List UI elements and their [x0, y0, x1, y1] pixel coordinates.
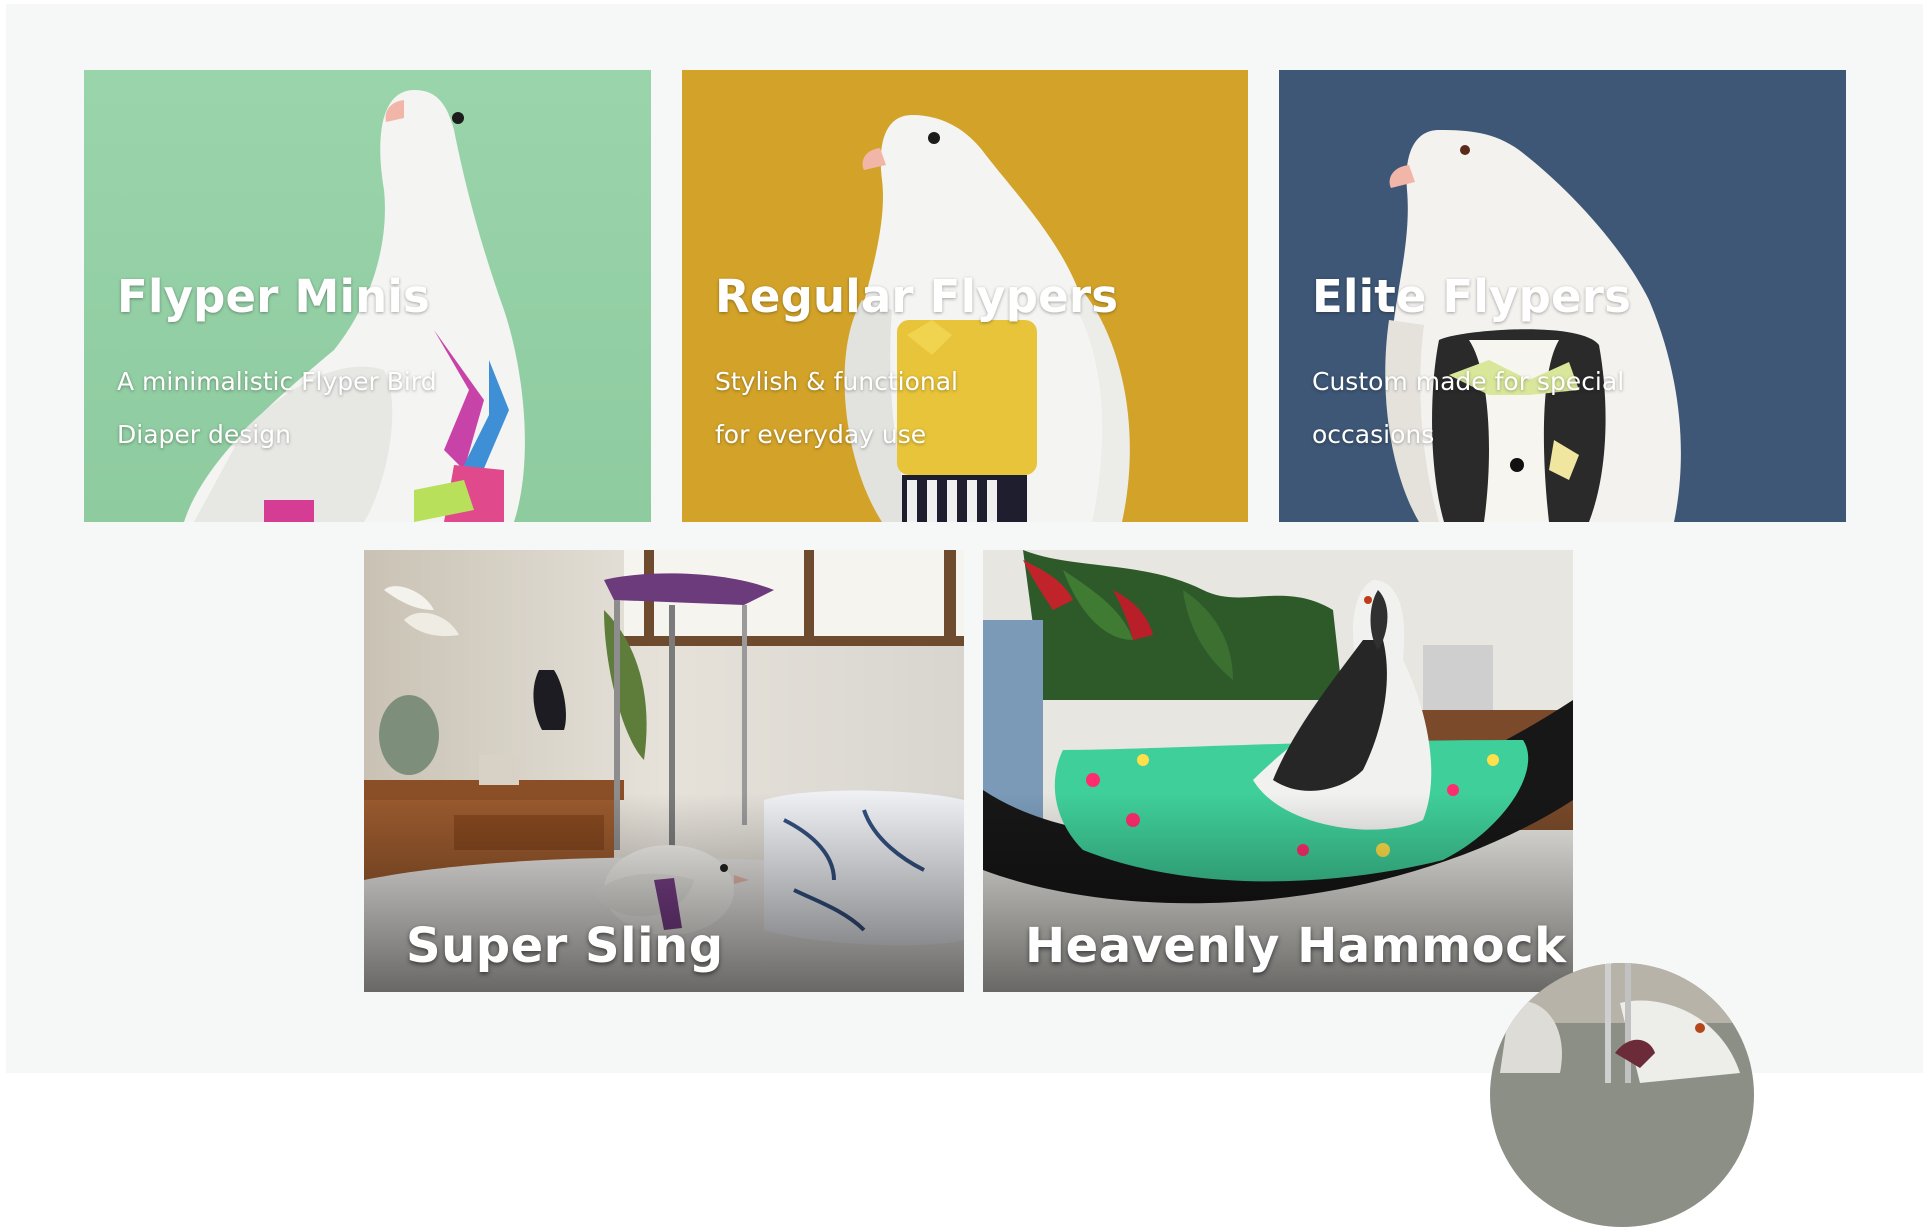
card-elite-flypers[interactable]: Elite Flypers Custom made for special oc… [1279, 70, 1846, 522]
card-description-line1: A minimalistic Flyper Bird [117, 367, 437, 396]
circular-pigeon-thumbnail[interactable] [1490, 963, 1754, 1227]
photo-card-super-sling[interactable]: Super Sling [364, 550, 964, 992]
card-description-line2: occasions [1312, 420, 1435, 449]
card-description-line2: Diaper design [117, 420, 291, 449]
card-description: Stylish & functional for everyday use [715, 355, 1055, 461]
card-regular-flypers[interactable]: Regular Flypers Stylish & functional for… [682, 70, 1248, 522]
card-title: Regular Flypers [715, 270, 1119, 323]
card-description-line1: Stylish & functional [715, 367, 959, 396]
pigeon-thumbnail-photo [1490, 963, 1754, 1227]
card-flyper-minis[interactable]: Flyper Minis A minimalistic Flyper Bird … [84, 70, 651, 522]
page: Flyper Minis A minimalistic Flyper Bird … [6, 4, 1923, 1227]
photo-card-heavenly-hammock[interactable]: Heavenly Hammock [983, 550, 1573, 992]
card-description: Custom made for special occasions [1312, 355, 1652, 461]
card-title: Flyper Minis [117, 270, 430, 323]
card-title: Elite Flypers [1312, 270, 1632, 323]
card-description: A minimalistic Flyper Bird Diaper design [117, 355, 457, 461]
card-description-line1: Custom made for special [1312, 367, 1625, 396]
photo-title: Heavenly Hammock [1025, 918, 1567, 974]
photo-title: Super Sling [406, 918, 724, 974]
card-description-line2: for everyday use [715, 420, 927, 449]
